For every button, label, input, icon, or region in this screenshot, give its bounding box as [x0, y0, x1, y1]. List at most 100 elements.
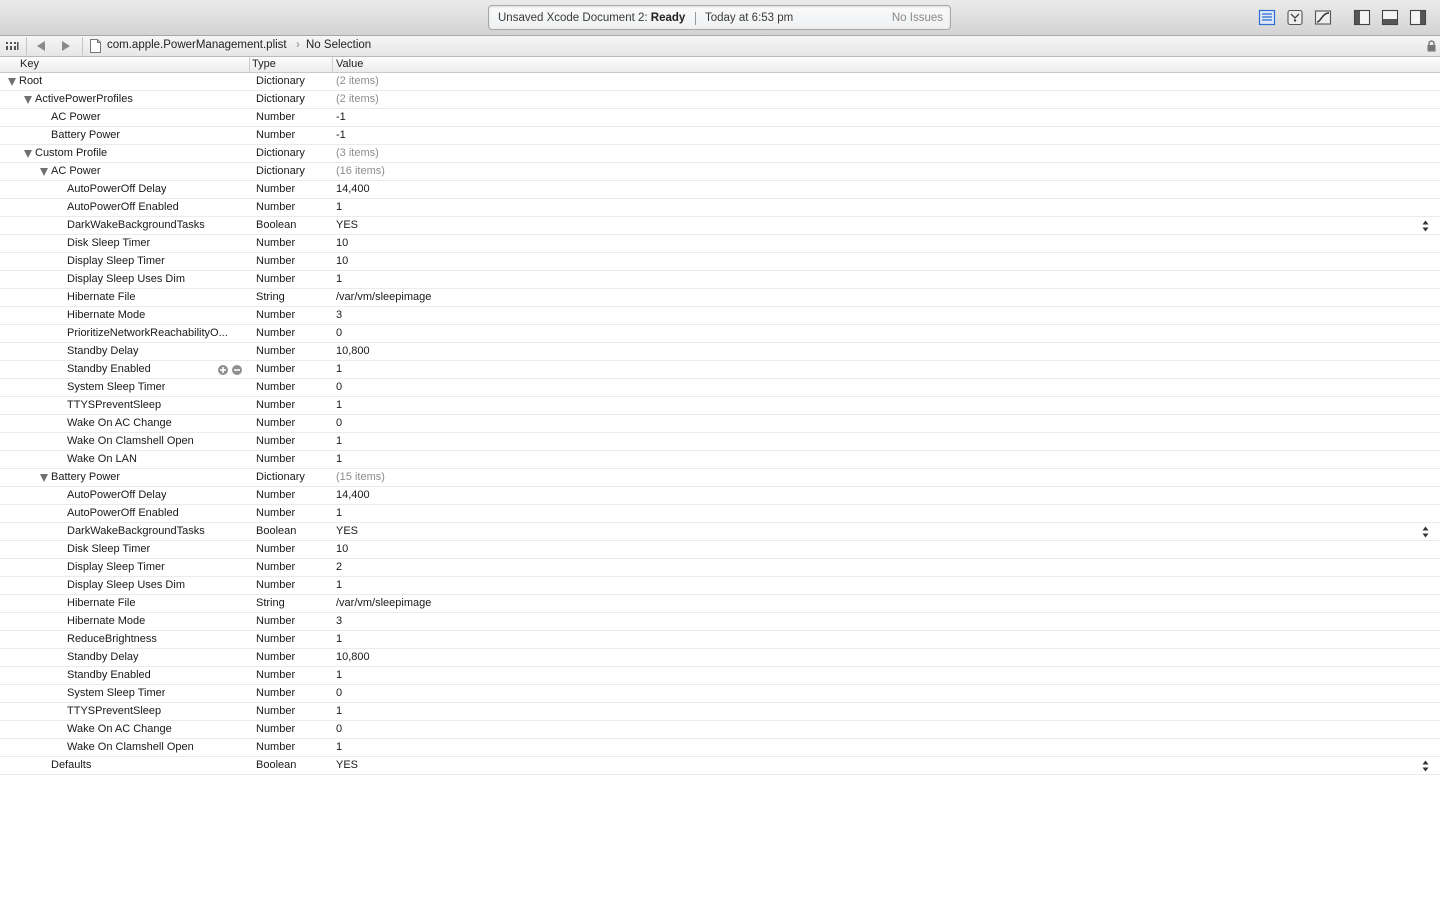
disclosure-triangle-icon[interactable]	[24, 96, 32, 104]
row-key[interactable]: Hibernate File	[67, 291, 135, 303]
activity-viewer[interactable]: Unsaved Xcode Document 2: Ready Today at…	[488, 5, 951, 30]
back-button[interactable]	[37, 41, 46, 54]
row-type[interactable]: String	[256, 597, 285, 609]
table-row[interactable]: Wake On AC Change Number 0	[0, 721, 1440, 739]
table-row[interactable]: ActivePowerProfiles Dictionary (2 items)	[0, 91, 1440, 109]
row-type[interactable]: Dictionary	[256, 165, 305, 177]
row-value[interactable]: 1	[336, 633, 342, 645]
row-type[interactable]: Number	[256, 669, 295, 681]
row-key[interactable]: PrioritizeNetworkReachabilityO...	[67, 327, 228, 339]
column-header-type[interactable]: Type	[252, 58, 276, 70]
table-row[interactable]: Wake On Clamshell Open Number 1	[0, 739, 1440, 757]
row-key[interactable]: AutoPowerOff Delay	[67, 183, 166, 195]
row-type[interactable]: Dictionary	[256, 147, 305, 159]
table-row[interactable]: Hibernate Mode Number 3	[0, 613, 1440, 631]
table-row[interactable]: PrioritizeNetworkReachabilityO... Number 0	[0, 325, 1440, 343]
table-row[interactable]: System Sleep Timer Number 0	[0, 685, 1440, 703]
table-row[interactable]: Display Sleep Timer Number 2	[0, 559, 1440, 577]
version-editor-button[interactable]	[1314, 9, 1332, 26]
row-value[interactable]: 3	[336, 309, 342, 321]
row-type[interactable]: Number	[256, 687, 295, 699]
row-key[interactable]: Disk Sleep Timer	[67, 543, 150, 555]
row-value[interactable]: 10	[336, 255, 348, 267]
table-row[interactable]: AC Power Dictionary (16 items)	[0, 163, 1440, 181]
table-row[interactable]: Disk Sleep Timer Number 10	[0, 235, 1440, 253]
table-row[interactable]: Display Sleep Uses Dim Number 1	[0, 271, 1440, 289]
row-value[interactable]: 1	[336, 669, 342, 681]
row-key[interactable]: Custom Profile	[35, 147, 107, 159]
row-key[interactable]: Standby Enabled	[67, 363, 151, 375]
row-type[interactable]: Number	[256, 741, 295, 753]
row-type[interactable]: Number	[256, 417, 295, 429]
popup-stepper-icon[interactable]	[1422, 526, 1429, 538]
row-type[interactable]: Number	[256, 363, 295, 375]
row-value[interactable]: 10	[336, 237, 348, 249]
row-value[interactable]: 1	[336, 435, 342, 447]
row-key[interactable]: Hibernate File	[67, 597, 135, 609]
breadcrumb-file[interactable]: com.apple.PowerManagement.plist	[107, 39, 287, 54]
table-row[interactable]: Hibernate File String/var/vm/sleepimage	[0, 289, 1440, 307]
add-remove-row-buttons[interactable]	[217, 364, 243, 376]
row-value[interactable]: 10,800	[336, 345, 370, 357]
row-type[interactable]: Number	[256, 345, 295, 357]
row-key[interactable]: AutoPowerOff Enabled	[67, 507, 179, 519]
row-value[interactable]: 10	[336, 543, 348, 555]
table-row[interactable]: Display Sleep Uses Dim Number 1	[0, 577, 1440, 595]
row-type[interactable]: Dictionary	[256, 93, 305, 105]
row-key[interactable]: System Sleep Timer	[67, 381, 165, 393]
row-type[interactable]: Boolean	[256, 525, 296, 537]
row-value[interactable]: 0	[336, 327, 342, 339]
row-type[interactable]: Number	[256, 183, 295, 195]
row-value[interactable]: 0	[336, 687, 342, 699]
table-row[interactable]: DarkWakeBackgroundTasks Boolean YES	[0, 217, 1440, 235]
row-key[interactable]: Root	[19, 75, 42, 87]
disclosure-triangle-icon[interactable]	[40, 474, 48, 482]
row-key[interactable]: ReduceBrightness	[67, 633, 157, 645]
row-key[interactable]: Wake On AC Change	[67, 417, 172, 429]
row-value[interactable]: YES	[336, 219, 358, 231]
row-type[interactable]: Number	[256, 651, 295, 663]
row-type[interactable]: Number	[256, 381, 295, 393]
row-type[interactable]: Number	[256, 489, 295, 501]
row-type[interactable]: Number	[256, 705, 295, 717]
table-row[interactable]: Battery Power Dictionary (15 items)	[0, 469, 1440, 487]
row-value[interactable]: 1	[336, 399, 342, 411]
row-key[interactable]: Wake On Clamshell Open	[67, 741, 194, 753]
remove-row-icon[interactable]	[232, 365, 242, 375]
row-key[interactable]: Display Sleep Timer	[67, 255, 165, 267]
row-value[interactable]: /var/vm/sleepimage	[336, 597, 431, 609]
table-row[interactable]: AutoPowerOff Enabled Number 1	[0, 199, 1440, 217]
row-value[interactable]: 1	[336, 507, 342, 519]
row-key[interactable]: System Sleep Timer	[67, 687, 165, 699]
row-key[interactable]: Display Sleep Uses Dim	[67, 273, 185, 285]
row-key[interactable]: Standby Delay	[67, 651, 139, 663]
row-key[interactable]: Standby Delay	[67, 345, 139, 357]
row-type[interactable]: Dictionary	[256, 471, 305, 483]
row-key[interactable]: ActivePowerProfiles	[35, 93, 133, 105]
table-row[interactable]: Root Dictionary (2 items)	[0, 73, 1440, 91]
table-row[interactable]: AutoPowerOff Enabled Number 1	[0, 505, 1440, 523]
disclosure-triangle-icon[interactable]	[24, 150, 32, 158]
assistant-editor-button[interactable]	[1286, 9, 1304, 26]
table-row[interactable]: AC Power Number -1	[0, 109, 1440, 127]
row-type[interactable]: Boolean	[256, 219, 296, 231]
table-row[interactable]: Wake On Clamshell Open Number 1	[0, 433, 1440, 451]
row-key[interactable]: Hibernate Mode	[67, 615, 145, 627]
table-row[interactable]: System Sleep Timer Number 0	[0, 379, 1440, 397]
table-row[interactable]: ReduceBrightness Number 1	[0, 631, 1440, 649]
row-value[interactable]: 10,800	[336, 651, 370, 663]
row-type[interactable]: Number	[256, 237, 295, 249]
row-key[interactable]: AC Power	[51, 165, 101, 177]
row-type[interactable]: Number	[256, 633, 295, 645]
table-row[interactable]: Wake On LAN Number 1	[0, 451, 1440, 469]
row-value[interactable]: 0	[336, 381, 342, 393]
toggle-debug-area-button[interactable]	[1381, 9, 1399, 26]
row-key[interactable]: Display Sleep Timer	[67, 561, 165, 573]
row-value[interactable]: YES	[336, 525, 358, 537]
row-type[interactable]: Number	[256, 327, 295, 339]
row-value[interactable]: 14,400	[336, 183, 370, 195]
row-key[interactable]: AutoPowerOff Enabled	[67, 201, 179, 213]
forward-button[interactable]	[62, 41, 71, 54]
column-divider[interactable]	[249, 57, 250, 72]
row-value[interactable]: YES	[336, 759, 358, 771]
